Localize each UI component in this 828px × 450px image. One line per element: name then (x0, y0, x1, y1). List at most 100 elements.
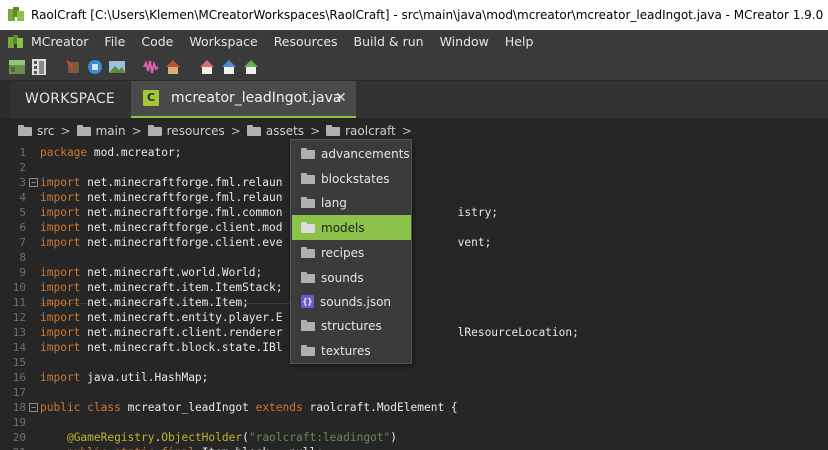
breadcrumb-separator: > (401, 123, 412, 138)
dropdown-item-sounds[interactable]: sounds (292, 265, 411, 290)
export-mod-icon[interactable] (242, 58, 260, 76)
code-line: 5 import net.minecraftforge.fml.common is… (0, 205, 828, 220)
run-client-icon[interactable] (198, 58, 216, 76)
folder-icon (301, 148, 315, 159)
code-line: 13 import net.minecraft.client.renderer l… (0, 325, 828, 340)
line-number: 9 (19, 266, 26, 279)
folder-icon (18, 125, 32, 136)
code-line: 19 (0, 415, 828, 430)
dropdown-item-sounds-json[interactable]: {} sounds.json (292, 289, 411, 314)
line-number: 13 (12, 326, 26, 339)
mcreator-app-icon (8, 7, 24, 23)
folder-icon (301, 197, 315, 208)
editor-tab-bar: WORKSPACE C mcreator_leadIngot.java ✕ (0, 80, 828, 119)
breadcrumb-item-src[interactable]: src (18, 124, 55, 138)
code-line: 3− import net.minecraftforge.fml.relaun (0, 175, 828, 190)
line-number: 12 (12, 311, 26, 324)
folder-icon (301, 247, 315, 258)
run-server-icon[interactable] (220, 58, 238, 76)
line-number: 7 (19, 236, 26, 249)
code-text: import net.minecraftforge.fml.relaun (40, 176, 283, 189)
breadcrumb-separator: > (230, 123, 241, 138)
close-tab-icon[interactable]: ✕ (335, 81, 347, 115)
code-line: 17 (0, 385, 828, 400)
workspace-settings-icon[interactable] (8, 58, 26, 76)
tab-mcreator-leadingot[interactable]: C mcreator_leadIngot.java ✕ (131, 81, 356, 119)
menu-file[interactable]: File (96, 30, 133, 53)
import-sound-icon[interactable] (142, 58, 160, 76)
menu-code[interactable]: Code (133, 30, 181, 53)
line-number: 14 (12, 341, 26, 354)
import-image-icon[interactable] (108, 58, 126, 76)
code-line: 8 (0, 250, 828, 265)
line-number: 3 (19, 176, 26, 189)
line-number: 18 (12, 401, 26, 414)
dropdown-item-advancements[interactable]: advancements (292, 141, 411, 166)
code-line: 18− public class mcreator_leadIngot exten… (0, 400, 828, 415)
code-line: 15 (0, 355, 828, 370)
menu-build-run[interactable]: Build & run (346, 30, 432, 53)
breadcrumb-dropdown: advancements blockstates lang models rec… (290, 139, 412, 364)
line-number: 21 (0, 445, 28, 450)
dropdown-item-textures[interactable]: textures (292, 338, 411, 363)
folder-icon (301, 272, 315, 283)
code-text: import net.minecraft.item.ItemStack; (40, 281, 283, 294)
code-line: 16 import java.util.HashMap; (0, 370, 828, 385)
code-line: 6 import net.minecraftforge.client.mod (0, 220, 828, 235)
breadcrumb: src > main > resources > assets > raolcr… (0, 118, 828, 143)
dropdown-item-recipes[interactable]: recipes (292, 240, 411, 265)
line-number: 16 (12, 371, 26, 384)
dropdown-item-structures[interactable]: structures (292, 313, 411, 338)
code-line: 14 import net.minecraft.block.state.IBl (0, 340, 828, 355)
line-number: 1 (19, 146, 26, 159)
image-maker-icon[interactable] (30, 58, 48, 76)
menu-window[interactable]: Window (432, 30, 497, 53)
breadcrumb-item-main[interactable]: main (76, 124, 126, 138)
code-text: import java.util.HashMap; (40, 371, 209, 384)
toolbar (0, 53, 828, 80)
window-title: RaolCraft [C:\Users\Klemen\MCreatorWorks… (31, 8, 824, 22)
folder-icon (326, 125, 341, 136)
fold-toggle-icon[interactable]: − (29, 178, 38, 187)
folder-icon (246, 125, 261, 136)
breadcrumb-separator: > (310, 123, 321, 138)
breadcrumb-item-resources[interactable]: resources (147, 124, 225, 138)
code-text: import net.minecraftforge.fml.common ist… (40, 206, 499, 219)
menu-resources[interactable]: Resources (266, 30, 346, 53)
menu-workspace[interactable]: Workspace (181, 30, 265, 53)
code-line: 9 import net.minecraft.world.World; (0, 265, 828, 280)
folder-icon (76, 125, 91, 136)
code-line: 1 package mod.mcreator; (0, 145, 828, 160)
folder-icon (301, 320, 315, 331)
folder-open-icon (301, 222, 315, 233)
code-line: 12 import net.minecraft.entity.player.E (0, 310, 828, 325)
code-line: 10 import net.minecraft.item.ItemStack; (0, 280, 828, 295)
dropdown-item-models[interactable]: models (292, 215, 411, 240)
breadcrumb-separator: > (60, 123, 71, 138)
line-number: 6 (19, 221, 26, 234)
line-number: 20 (12, 431, 26, 444)
menu-help[interactable]: Help (497, 30, 542, 53)
breadcrumb-item-assets[interactable]: assets (246, 124, 304, 138)
structure-icon[interactable] (164, 58, 182, 76)
code-line: 11 import net.minecraft.item.Item; (0, 295, 828, 310)
code-line: 20 @GameRegistry.ObjectHolder("raolcraft… (0, 430, 828, 445)
code-editor[interactable]: 1 package mod.mcreator; 2 3− import net.mine… (0, 143, 828, 450)
mcreator-menu-icon[interactable] (8, 34, 24, 50)
breadcrumb-item-raolcraft[interactable]: raolcraft (326, 124, 396, 138)
dropdown-item-blockstates[interactable]: blockstates (292, 166, 411, 191)
code-text: import net.minecraft.entity.player.E (40, 311, 283, 324)
code-line: 4 import net.minecraftforge.fml.relaun (0, 190, 828, 205)
folder-icon (147, 125, 162, 136)
fold-toggle-icon[interactable]: − (29, 403, 38, 412)
tab-label: mcreator_leadIngot.java (171, 90, 342, 106)
line-number: 8 (19, 251, 26, 264)
import-texture-icon[interactable] (64, 58, 82, 76)
menu-mcreator[interactable]: MCreator (24, 30, 96, 53)
code-text: public class mcreator_leadIngot extends … (40, 401, 458, 414)
tab-workspace[interactable]: WORKSPACE (10, 81, 130, 119)
line-number: 10 (12, 281, 26, 294)
import-model-icon[interactable] (86, 58, 104, 76)
window-titlebar: RaolCraft [C:\Users\Klemen\MCreatorWorks… (0, 0, 828, 30)
dropdown-item-lang[interactable]: lang (292, 190, 411, 215)
